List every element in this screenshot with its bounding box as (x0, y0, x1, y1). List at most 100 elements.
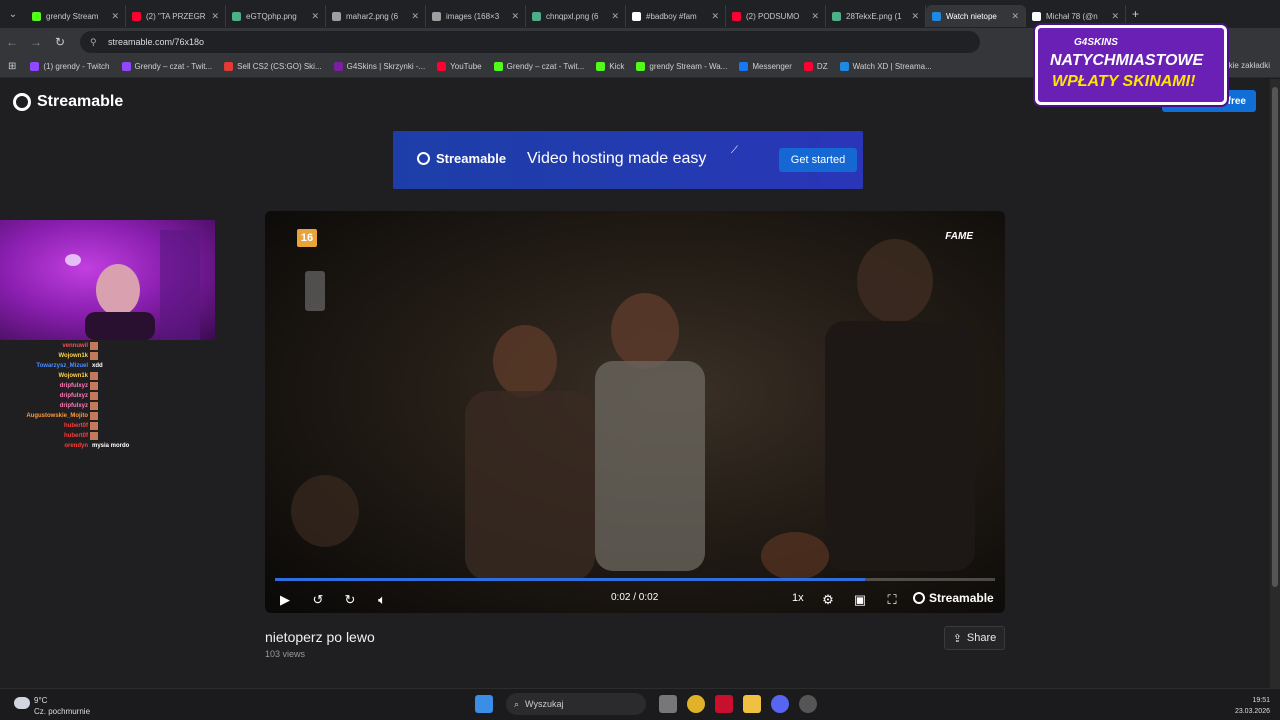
browser-tab[interactable]: (2) PODSUMO ✕ (726, 5, 826, 27)
bookmark-item[interactable]: DZ (803, 62, 828, 71)
streamable-page: Streamable n free Streamable Video hosti… (0, 79, 1270, 688)
bookmark-item[interactable]: Grendy – czat - Twit... (121, 62, 213, 71)
close-tab-icon[interactable]: ✕ (511, 11, 519, 22)
bookmark-item[interactable]: Sell CS2 (CS:GO) Ski... (224, 62, 322, 71)
close-tab-icon[interactable]: ✕ (311, 11, 319, 22)
promo-banner[interactable]: Streamable Video hosting made easy ⟋ Get… (393, 131, 863, 189)
task-view-icon[interactable] (659, 695, 677, 713)
emote-icon (90, 402, 98, 410)
site-info-icon[interactable]: ⚲ (90, 37, 100, 48)
picture-in-picture-icon[interactable]: ▣ (851, 591, 869, 609)
close-tab-icon[interactable]: ✕ (211, 11, 219, 22)
discord-icon[interactable] (771, 695, 789, 713)
tab-title: 28TekxE.png (1 (846, 11, 902, 21)
other-bookmarks[interactable]: tkie zakładki (1226, 61, 1270, 70)
apps-grid-icon[interactable]: ⊞ (8, 61, 16, 72)
close-tab-icon[interactable]: ✕ (911, 11, 919, 22)
play-icon[interactable]: ▶ (276, 591, 294, 609)
close-tab-icon[interactable]: ✕ (711, 11, 719, 22)
chat-message: orendyn mysia mordo (0, 441, 140, 451)
windows-start-icon[interactable] (475, 695, 493, 713)
browser-tab[interactable]: 28TekxE.png (1 ✕ (826, 5, 926, 27)
weather-widget[interactable]: 9°C Cz. pochmurnie (14, 695, 90, 717)
close-tab-icon[interactable]: ✕ (1011, 11, 1019, 22)
scrollbar-thumb[interactable] (1272, 87, 1278, 587)
url-text: streamable.com/76x18o (108, 37, 205, 47)
video-player[interactable]: 16 FAME ▶ ↺ ↻ 🔈︎ 0:02 / 0:02 1x ⚙ ▣ ⛶ St… (265, 211, 1005, 613)
bookmark-item[interactable]: Watch XD | Streama... (839, 62, 932, 71)
tab-favicon-icon (932, 11, 941, 21)
browser-tab[interactable]: mahar2.png (6 ✕ (326, 5, 426, 27)
chrome-icon[interactable] (687, 695, 705, 713)
chat-message: dripfulxyz (0, 381, 140, 391)
emote-icon (90, 382, 98, 390)
chat-username: Wojown1k (58, 353, 88, 359)
close-tab-icon[interactable]: ✕ (111, 11, 119, 22)
taskbar-search[interactable]: ⌕ Wyszukaj (506, 693, 646, 715)
tab-title: (2) "TA PRZEGR (146, 11, 206, 21)
tab-favicon-icon (132, 11, 141, 21)
rewind-icon[interactable]: ↺ (309, 591, 327, 609)
settings-gear-icon[interactable]: ⚙ (819, 591, 837, 609)
tab-title: Michał 78 (@n (1046, 11, 1098, 21)
bookmark-favicon-icon (636, 62, 646, 71)
player-brand-icon (913, 592, 925, 604)
browser-tab[interactable]: (2) "TA PRZEGR ✕ (126, 5, 226, 27)
bookmark-favicon-icon (30, 62, 40, 71)
close-tab-icon[interactable]: ✕ (811, 11, 819, 22)
reload-icon[interactable]: ↻ (48, 35, 72, 49)
share-icon: ⇪ (952, 632, 962, 645)
adobe-icon[interactable] (715, 695, 733, 713)
chat-message: dripfulxyz (0, 391, 140, 401)
streamable-logo[interactable]: Streamable (13, 93, 123, 111)
bookmark-favicon-icon (224, 62, 234, 71)
browser-tab[interactable]: Watch nietope ✕ (926, 5, 1026, 27)
fullscreen-icon[interactable]: ⛶ (883, 591, 901, 609)
browser-tab[interactable]: #badboy #fam ✕ (626, 5, 726, 27)
browser-tab[interactable]: images (168×3 ✕ (426, 5, 526, 27)
get-started-button[interactable]: Get started (779, 148, 857, 172)
volume-icon[interactable]: 🔈︎ (373, 591, 391, 609)
page-scrollbar[interactable] (1270, 79, 1280, 688)
bookmark-item[interactable]: Grendy – czat - Twit... (493, 62, 584, 71)
chat-message: Wojown1k (0, 371, 140, 381)
bookmark-item[interactable]: (1) grendy - Twitch (30, 62, 110, 71)
browser-tab[interactable]: chnqpxl.png (6 ✕ (526, 5, 626, 27)
tab-search-chevron-icon[interactable]: ⌄ (0, 0, 26, 28)
playback-speed-button[interactable]: 1x (792, 592, 804, 604)
close-tab-icon[interactable]: ✕ (411, 11, 419, 22)
system-clock[interactable]: 19:51 23.03.2026 (1235, 695, 1270, 717)
bookmark-list: (1) grendy - Twitch Grendy – czat - Twit.… (30, 62, 943, 71)
close-tab-icon[interactable]: ✕ (1111, 11, 1119, 22)
bookmark-label: YouTube (450, 62, 482, 71)
bookmark-item[interactable]: Kick (596, 62, 624, 71)
streamable-logo-icon (13, 93, 31, 111)
bookmark-item[interactable]: G4Skins | Skrzynki -... (333, 62, 425, 71)
bookmark-item[interactable]: Messenger (739, 62, 792, 71)
chat-message: Wojown1k (0, 351, 140, 361)
chat-username: orendyn (64, 443, 88, 449)
settings-icon[interactable] (799, 695, 817, 713)
bookmark-label: Grendy – czat - Twit... (134, 62, 213, 71)
close-tab-icon[interactable]: ✕ (611, 11, 619, 22)
bookmark-item[interactable]: grendy Stream - Wa... (636, 62, 727, 71)
share-button[interactable]: ⇪ Share (944, 626, 1005, 650)
url-input[interactable]: ⚲ streamable.com/76x18o (80, 31, 980, 53)
chat-message: Towarzysz_Mizuel xdd (0, 361, 140, 371)
player-brand-link[interactable]: Streamable (913, 591, 994, 605)
browser-tab[interactable]: Michał 78 (@n ✕ (1026, 5, 1126, 27)
video-progress-bar[interactable] (275, 578, 995, 581)
browser-tab[interactable]: eGTQphp.png ✕ (226, 5, 326, 27)
browser-tab[interactable]: grendy Stream ✕ (26, 5, 126, 27)
bookmark-item[interactable]: YouTube (437, 62, 482, 71)
tab-favicon-icon (232, 11, 241, 21)
tab-favicon-icon (732, 11, 741, 21)
back-icon[interactable]: ← (0, 35, 24, 49)
video-time: 0:02 / 0:02 (611, 592, 659, 603)
forward-skip-icon[interactable]: ↻ (341, 591, 359, 609)
new-tab-icon[interactable]: + (1132, 7, 1139, 21)
player-brand-text: Streamable (929, 591, 994, 605)
file-explorer-icon[interactable] (743, 695, 761, 713)
tab-favicon-icon (832, 11, 841, 21)
forward-icon[interactable]: → (24, 35, 48, 49)
